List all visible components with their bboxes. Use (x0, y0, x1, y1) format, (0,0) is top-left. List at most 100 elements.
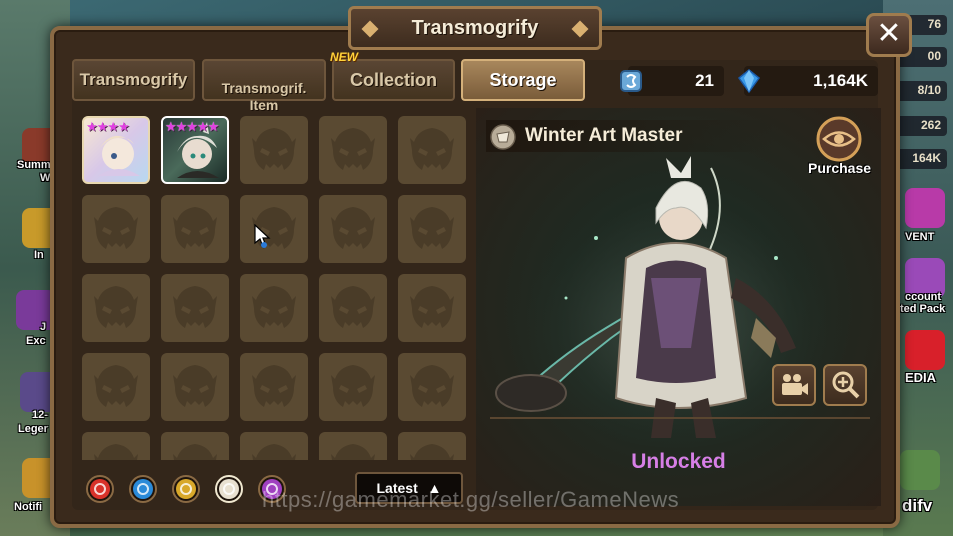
empty-slot[interactable] (82, 274, 150, 342)
monster-artwork (495, 156, 846, 448)
empty-slot[interactable] (319, 353, 387, 421)
bg-label-difv: difv (902, 496, 933, 515)
tab-label: Collection (349, 70, 437, 90)
modify-icon[interactable] (900, 450, 940, 490)
bg-label-legend: Leger (18, 423, 48, 435)
bg-label-summon: Summ (17, 159, 51, 171)
empty-slot[interactable] (319, 432, 387, 460)
filter-glyph (219, 479, 239, 499)
monster-silhouette-icon (94, 207, 138, 249)
bg-label-ted-pack: ted Pack (900, 303, 946, 315)
close-button[interactable]: ✕ (866, 13, 912, 57)
tab-collection[interactable]: Collection (332, 59, 455, 101)
monster-silhouette-icon (252, 128, 296, 170)
filter-glyph (133, 479, 153, 499)
crystal-count: 1,164K (813, 71, 868, 90)
window-title-plate: Transmogrify (348, 6, 602, 50)
video-camera-icon (782, 374, 808, 395)
light-attribute-icon[interactable] (215, 475, 243, 503)
light-attribute-icon (490, 124, 516, 150)
light-monster-portrait[interactable]: ★★★★ (82, 116, 150, 184)
tab-transmogrify[interactable]: Transmogrify (72, 59, 195, 101)
preview-divider (490, 417, 870, 419)
monster-silhouette-icon (331, 286, 375, 328)
bg-label-ccount: ccount (905, 291, 942, 303)
empty-slot[interactable] (240, 116, 308, 184)
bg-label-vent: VENT (905, 231, 935, 243)
video-button[interactable] (772, 364, 816, 406)
bg-label-edia: EDIA (905, 370, 937, 385)
new-badge: NEW (330, 50, 358, 64)
monster-silhouette-icon (173, 365, 217, 407)
monster-silhouette-icon (331, 444, 375, 460)
filter-glyph (176, 479, 196, 499)
bg-label-notifi: Notifi (14, 501, 43, 513)
empty-slot[interactable] (82, 195, 150, 263)
bg-label-12: 12- (32, 409, 48, 421)
empty-slot[interactable] (82, 353, 150, 421)
monster-silhouette-icon (94, 365, 138, 407)
window-title: Transmogrify (411, 17, 539, 39)
empty-slot[interactable] (240, 353, 308, 421)
bg-label-j: J (40, 321, 47, 333)
bg-label-inventory: In (34, 249, 44, 261)
monster-silhouette-icon (252, 444, 296, 460)
media-icon[interactable] (905, 330, 945, 370)
empty-slot[interactable] (398, 353, 466, 421)
close-icon: ✕ (876, 17, 902, 50)
wind-attribute-icon[interactable] (172, 475, 200, 503)
monster-silhouette-icon (410, 128, 454, 170)
tab-storage[interactable]: Storage (461, 59, 585, 101)
monster-silhouette-icon (331, 128, 375, 170)
empty-slot[interactable] (398, 116, 466, 184)
fire-attribute-icon[interactable] (86, 475, 114, 503)
star-rating: ★★★★ (86, 119, 130, 134)
empty-slot[interactable] (161, 274, 229, 342)
empty-slot[interactable] (398, 195, 466, 263)
empty-slot[interactable] (82, 432, 150, 460)
monster-silhouette-icon (410, 286, 454, 328)
monster-silhouette-icon (410, 444, 454, 460)
monster-silhouette-icon (94, 444, 138, 460)
zoom-button[interactable] (823, 364, 867, 406)
bg-label-exc: Exc (26, 335, 46, 347)
tab-label: Transmogrify (79, 70, 188, 89)
monster-silhouette-icon (173, 207, 217, 249)
tab-transmogrify-item[interactable]: Transmogrif. Item (202, 59, 326, 113)
star-rating: ★★★★★ (165, 119, 219, 134)
monster-silhouette-icon (252, 286, 296, 328)
monster-silhouette-icon (410, 207, 454, 249)
filter-glyph (90, 479, 110, 499)
empty-slot[interactable] (240, 274, 308, 342)
transmog-stone-count: 21 (695, 71, 714, 90)
monster-silhouette-icon (94, 286, 138, 328)
monster-silhouette-icon (410, 365, 454, 407)
empty-slot[interactable] (240, 432, 308, 460)
empty-slot[interactable] (240, 195, 308, 263)
monster-silhouette-icon (331, 365, 375, 407)
water-attribute-icon[interactable] (129, 475, 157, 503)
bg-label-w: W (40, 172, 51, 184)
purchase-label: Purchase (808, 160, 872, 176)
monster-silhouette-icon (252, 365, 296, 407)
empty-slot[interactable] (398, 274, 466, 342)
transmog-stone-icon (620, 70, 642, 92)
winter-art-master-portrait[interactable]: ★★★★★ (161, 116, 229, 184)
empty-slot[interactable] (161, 353, 229, 421)
storage-grid: ★★★★ ★★★★★ (82, 116, 470, 460)
empty-slot[interactable] (161, 432, 229, 460)
empty-slot[interactable] (319, 274, 387, 342)
empty-slot[interactable] (319, 116, 387, 184)
tab-label: Storage (489, 70, 557, 90)
monster-silhouette-icon (173, 444, 217, 460)
event-right-icon[interactable] (905, 188, 945, 228)
monster-name: Winter Art Master (525, 125, 683, 146)
unlock-status: Unlocked (631, 450, 726, 473)
empty-slot[interactable] (319, 195, 387, 263)
empty-slot[interactable] (161, 195, 229, 263)
crystal-icon (737, 69, 761, 94)
zoom-in-icon (832, 371, 860, 399)
mouse-cursor-icon (254, 224, 271, 248)
crystal-counter: 1,164K (744, 66, 878, 96)
empty-slot[interactable] (398, 432, 466, 460)
